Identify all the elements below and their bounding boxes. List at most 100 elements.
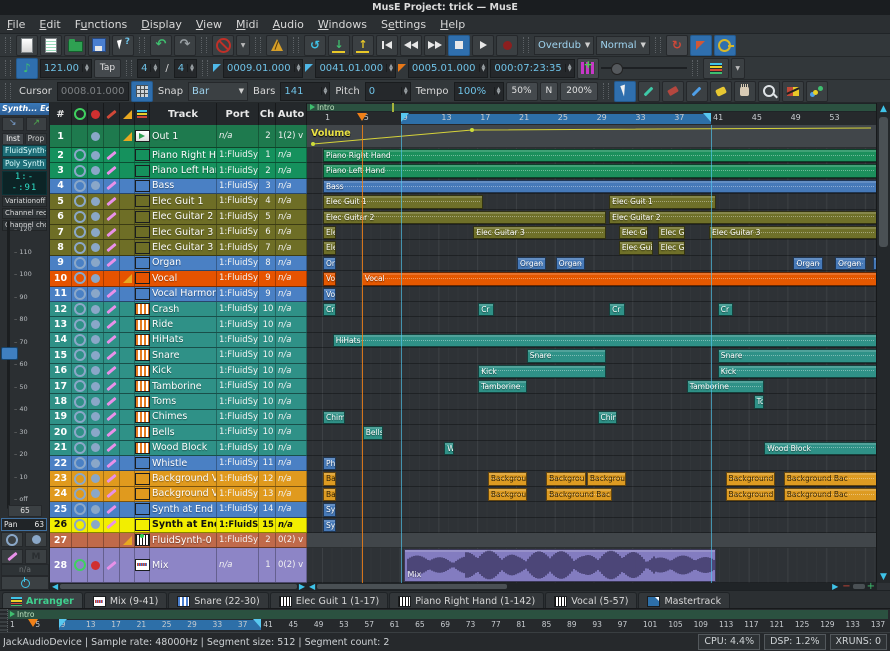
track-mute-button[interactable] xyxy=(88,302,104,316)
track-channel[interactable]: 13 xyxy=(259,487,276,501)
track-row[interactable]: 10Vocal1:FluidSynth-09n/a xyxy=(50,271,307,286)
fader-groove[interactable] xyxy=(7,221,10,509)
track-port[interactable]: n/a xyxy=(217,125,259,147)
track-solo-button[interactable] xyxy=(104,317,120,331)
overview-ruler[interactable]: 1591317212529333741454953576165697377818… xyxy=(8,619,888,631)
tab-mastertrack[interactable]: Mastertrack xyxy=(638,592,730,609)
toolbar-drag-handle[interactable] xyxy=(5,83,11,99)
track-name[interactable]: Vocal Harmony xyxy=(150,287,217,301)
track-timelock-cell[interactable] xyxy=(120,125,135,147)
part-cr[interactable]: Cr xyxy=(478,303,494,316)
play-button[interactable] xyxy=(472,35,494,56)
overview-marker-bar[interactable]: Intro xyxy=(8,610,888,619)
track-automation[interactable]: n/a xyxy=(276,348,307,362)
record-arm-button[interactable] xyxy=(1,532,23,547)
track-timelock-cell[interactable] xyxy=(120,333,135,347)
canvas-vscrollbar[interactable]: ▲ ▼ xyxy=(876,103,890,583)
track-row[interactable]: 17Tamborine1:FluidSynth-010n/a xyxy=(50,379,307,394)
track-channel[interactable]: 5 xyxy=(259,210,276,224)
track-name[interactable]: Kick xyxy=(150,364,217,378)
track-port[interactable]: 1:FluidSynth-0 xyxy=(217,240,259,254)
track-record-button[interactable] xyxy=(72,179,88,193)
track-row[interactable]: 6Elec Guitar 21:FluidSynth-05n/a xyxy=(50,210,307,225)
track-automation[interactable]: n/a xyxy=(276,148,307,162)
track-row[interactable]: 2Piano Right Hand1:FluidSynth-01n/a xyxy=(50,148,307,163)
part-bells[interactable]: Bells xyxy=(363,426,383,439)
track-solo-button[interactable] xyxy=(104,502,120,516)
time-spinbox[interactable]: 000:07:23:35▲▼ xyxy=(490,59,574,78)
pencil-tool-button[interactable] xyxy=(638,81,660,102)
track-mute-button[interactable] xyxy=(88,210,104,224)
toolbar-drag-handle[interactable] xyxy=(255,37,261,53)
track-name[interactable]: Synth at End Ec xyxy=(150,518,217,532)
track-solo-button[interactable] xyxy=(104,302,120,316)
track-lane[interactable] xyxy=(307,302,877,317)
track-automation[interactable]: n/a xyxy=(276,194,307,208)
mute-part-tool-button[interactable] xyxy=(782,81,804,102)
tempo-master-button[interactable]: ♪ xyxy=(16,58,38,79)
menu-item-midi[interactable]: Midi xyxy=(229,16,266,33)
part-background-bac[interactable]: Background Bac xyxy=(784,472,877,485)
tab-arranger[interactable]: Arranger xyxy=(2,592,83,609)
part-snare[interactable]: Snare xyxy=(527,349,607,362)
track-port[interactable]: 1:FluidSynth-0 xyxy=(217,333,259,347)
position-spinbox[interactable]: 0005.01.000▲▼ xyxy=(408,59,488,78)
part-bass[interactable]: Bass xyxy=(323,180,877,193)
track-row[interactable]: 3Piano Left Hand1:FluidSynth-02n/a xyxy=(50,163,307,178)
track-solo-button[interactable] xyxy=(104,179,120,193)
track-solo-button[interactable] xyxy=(104,194,120,208)
track-solo-button[interactable] xyxy=(104,225,120,239)
track-row[interactable]: 23Background Voc1:FluidSynth-012n/a xyxy=(50,471,307,486)
menu-item-help[interactable]: Help xyxy=(433,16,472,33)
part-background-backg[interactable]: Background Backg xyxy=(546,488,612,501)
track-automation[interactable]: n/a xyxy=(276,502,307,516)
track-automation[interactable]: n/a xyxy=(276,179,307,193)
track-solo-button[interactable] xyxy=(104,348,120,362)
track-port[interactable]: 1:FluidSynth-0 xyxy=(217,163,259,177)
redo-button[interactable]: ↷ xyxy=(174,35,196,56)
track-channel[interactable]: 2 xyxy=(259,163,276,177)
part-background-vo[interactable]: Background Vo xyxy=(726,488,775,501)
new-file-button[interactable] xyxy=(16,35,38,56)
track-record-button[interactable] xyxy=(72,317,88,331)
track-timelock-cell[interactable] xyxy=(120,163,135,177)
track-timelock-cell[interactable] xyxy=(120,518,135,532)
punch-out-button[interactable]: ↑ xyxy=(352,35,374,56)
track-row[interactable]: 20Bells1:FluidSynth-010n/a xyxy=(50,425,307,440)
track-row[interactable]: 24Background Voc1:FluidSynth-013n/a xyxy=(50,487,307,502)
track-automation[interactable]: n/a xyxy=(276,210,307,224)
track-port[interactable]: 1:FluidSynth-0 xyxy=(217,225,259,239)
track-timelock-cell[interactable] xyxy=(120,441,135,455)
part-vocal[interactable]: Vocal xyxy=(362,272,877,285)
track-record-button[interactable] xyxy=(72,364,88,378)
track-name[interactable]: Toms xyxy=(150,394,217,408)
track-channel[interactable]: 2 xyxy=(259,533,276,547)
monitor-button[interactable]: M xyxy=(25,549,47,564)
patch-name[interactable]: Poly Synth xyxy=(2,158,47,170)
track-mute-button[interactable] xyxy=(88,179,104,193)
track-port[interactable]: 1:FluidSynth-0 xyxy=(217,456,259,470)
part-sy[interactable]: Sy xyxy=(323,519,336,532)
header-port[interactable]: Port xyxy=(217,103,259,125)
toolbar-drag-handle[interactable] xyxy=(293,37,299,53)
track-mute-button[interactable] xyxy=(88,256,104,270)
menu-item-settings[interactable]: Settings xyxy=(374,16,433,33)
track-lane[interactable] xyxy=(307,410,877,425)
grid-snap-button[interactable] xyxy=(131,81,153,102)
track-name[interactable]: Background Voc xyxy=(150,487,217,501)
track-mute-button[interactable] xyxy=(88,194,104,208)
cut-tool-button[interactable] xyxy=(686,81,708,102)
part-ba[interactable]: Ba xyxy=(323,472,336,485)
part-piano-left-hand[interactable]: Piano Left Hand xyxy=(323,164,877,177)
part-hihats[interactable]: HiHats xyxy=(333,334,877,347)
track-timelock-cell[interactable] xyxy=(120,348,135,362)
track-record-button[interactable] xyxy=(72,240,88,254)
track-timelock-cell[interactable] xyxy=(120,394,135,408)
route-out-button[interactable]: ↗ xyxy=(26,117,48,131)
track-solo-button[interactable] xyxy=(104,471,120,485)
track-mute-button[interactable] xyxy=(88,441,104,455)
track-row[interactable]: 5Elec Guit 11:FluidSynth-04n/a xyxy=(50,194,307,209)
track-info-header[interactable]: Synth... Echo xyxy=(0,103,49,115)
track-timelock-cell[interactable] xyxy=(120,271,135,285)
track-timelock-cell[interactable] xyxy=(120,287,135,301)
